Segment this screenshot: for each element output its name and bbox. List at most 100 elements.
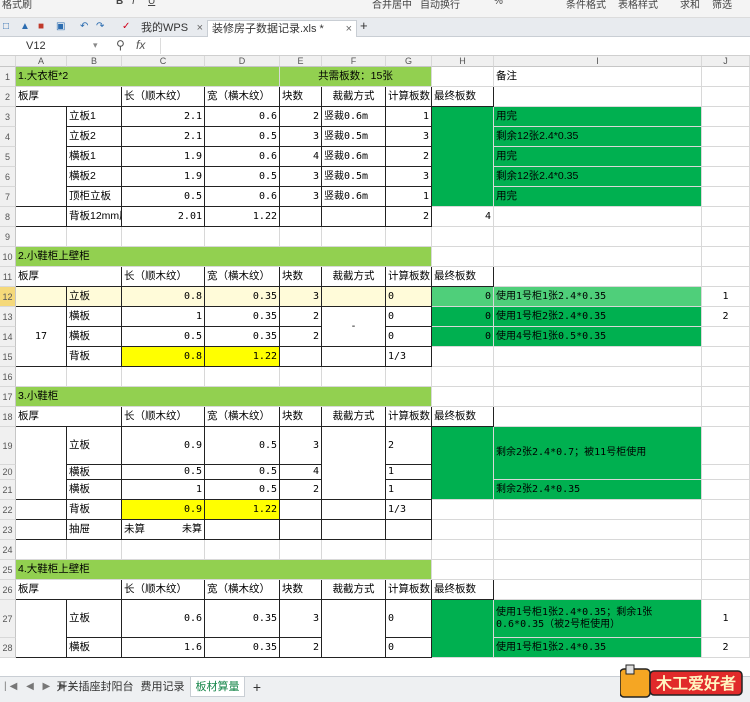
row-header[interactable]: 11 <box>0 267 16 287</box>
thickness-value[interactable] <box>16 600 67 658</box>
cell[interactable] <box>386 540 432 560</box>
header-cut[interactable]: 裁截方式 <box>322 580 386 600</box>
length[interactable]: 1.9 <box>122 147 205 167</box>
count[interactable] <box>280 347 322 367</box>
cell[interactable] <box>494 247 702 267</box>
cell[interactable] <box>702 367 750 387</box>
cell[interactable] <box>494 520 702 540</box>
thickness-value[interactable]: 17 <box>16 307 67 367</box>
length[interactable]: 0.6 <box>122 600 205 638</box>
percent-button[interactable]: % <box>494 0 503 7</box>
cell[interactable] <box>280 540 322 560</box>
part-name[interactable]: 抽屉 <box>67 520 122 540</box>
filter-button[interactable]: 筛选 <box>712 0 732 11</box>
row-header[interactable]: 28 <box>0 638 16 658</box>
wrap-text-button[interactable]: 自动换行 <box>420 0 460 11</box>
count[interactable]: 3 <box>280 427 322 465</box>
underline-button[interactable]: U <box>148 0 155 7</box>
section-title[interactable]: 3.小鞋柜 <box>16 387 432 407</box>
column-header[interactable]: B <box>67 56 122 67</box>
count[interactable]: 3 <box>280 127 322 147</box>
section-title[interactable]: 2.小鞋柜上壁柜 <box>16 247 432 267</box>
note[interactable]: 剩余2张2.4*0.35 <box>494 480 702 500</box>
row-index[interactable]: 1 <box>702 600 750 638</box>
section-title[interactable]: 4.大鞋柜上壁柜 <box>16 560 432 580</box>
row-header[interactable]: 9 <box>0 227 16 247</box>
cell[interactable] <box>386 227 432 247</box>
header-thickness[interactable]: 板厚 <box>16 580 122 600</box>
cell[interactable] <box>432 227 494 247</box>
calc-boards[interactable]: 1/3 <box>386 347 432 367</box>
width[interactable]: 0.35 <box>205 638 280 658</box>
cell[interactable] <box>702 207 750 227</box>
part-name[interactable]: 立板 <box>67 600 122 638</box>
final-boards[interactable]: 0 <box>432 287 494 307</box>
row-header[interactable]: 14 <box>0 327 16 347</box>
count[interactable]: 2 <box>280 107 322 127</box>
cell[interactable] <box>322 500 386 520</box>
count[interactable]: 3 <box>280 287 322 307</box>
length[interactable]: 2.1 <box>122 107 205 127</box>
add-sheet-icon[interactable]: + <box>247 677 267 697</box>
length[interactable]: 0.9 <box>122 500 205 520</box>
part-name[interactable]: 背板 <box>67 500 122 520</box>
cell[interactable] <box>702 127 750 147</box>
column-header[interactable]: G <box>386 56 432 67</box>
cell[interactable] <box>432 387 494 407</box>
cell[interactable] <box>702 520 750 540</box>
row-header[interactable]: 23 <box>0 520 16 540</box>
width[interactable]: 0.5 <box>205 427 280 465</box>
calc-boards[interactable]: 0 <box>386 600 432 638</box>
cell[interactable] <box>494 347 702 367</box>
redo-icon[interactable]: ↷ <box>96 21 104 32</box>
row-header[interactable]: 19 <box>0 427 16 465</box>
cut-method[interactable] <box>322 600 386 658</box>
part-name[interactable]: 立板 <box>67 287 122 307</box>
count[interactable] <box>280 207 322 227</box>
cell[interactable] <box>322 520 386 540</box>
row-header[interactable]: 5 <box>0 147 16 167</box>
cell[interactable] <box>16 207 67 227</box>
thickness-value[interactable] <box>16 107 67 207</box>
length[interactable]: 0.5 <box>122 327 205 347</box>
final-boards[interactable]: 0 <box>432 327 494 347</box>
length[interactable]: 0.5 <box>122 465 205 480</box>
cell[interactable] <box>432 67 494 87</box>
note[interactable]: 剩余12张2.4*0.35 <box>494 127 702 147</box>
column-header[interactable]: C <box>122 56 205 67</box>
note[interactable]: 剩余12张2.4*0.35 <box>494 167 702 187</box>
cell[interactable] <box>494 367 702 387</box>
sum-button[interactable]: 求和 <box>680 0 700 11</box>
row-header[interactable]: 17 <box>0 387 16 407</box>
cell[interactable] <box>16 540 67 560</box>
print-icon[interactable]: ■ <box>38 21 44 32</box>
count[interactable] <box>280 520 322 540</box>
select-all-corner[interactable] <box>0 56 16 67</box>
cell[interactable] <box>16 227 67 247</box>
cell[interactable] <box>432 247 494 267</box>
count[interactable] <box>280 500 322 520</box>
check-icon[interactable]: ✓ <box>122 21 130 32</box>
part-name[interactable]: 横板1 <box>67 147 122 167</box>
cell[interactable] <box>702 187 750 207</box>
cut-method[interactable]: - <box>322 307 386 347</box>
cell[interactable] <box>67 367 122 387</box>
cell[interactable] <box>494 580 702 600</box>
close-icon[interactable]: × <box>197 20 203 37</box>
cell[interactable] <box>494 267 702 287</box>
cut-method[interactable]: 竖裁0.5m <box>322 167 386 187</box>
part-name[interactable]: 立板1 <box>67 107 122 127</box>
width[interactable]: 0.5 <box>205 127 280 147</box>
cut-method[interactable]: 竖裁0.6m <box>322 147 386 167</box>
cell[interactable] <box>16 367 67 387</box>
header-count[interactable]: 块数 <box>280 267 322 287</box>
cell[interactable] <box>205 367 280 387</box>
cell[interactable] <box>702 500 750 520</box>
part-name[interactable]: 横板 <box>67 480 122 500</box>
conditional-format-button[interactable]: 条件格式 <box>566 0 606 11</box>
header-final[interactable]: 最终板数 <box>432 87 494 107</box>
length[interactable]: 0.5 <box>122 187 205 207</box>
calc-boards[interactable] <box>386 520 432 540</box>
header-calc[interactable]: 计算板数 <box>386 407 432 427</box>
row-header[interactable]: 6 <box>0 167 16 187</box>
